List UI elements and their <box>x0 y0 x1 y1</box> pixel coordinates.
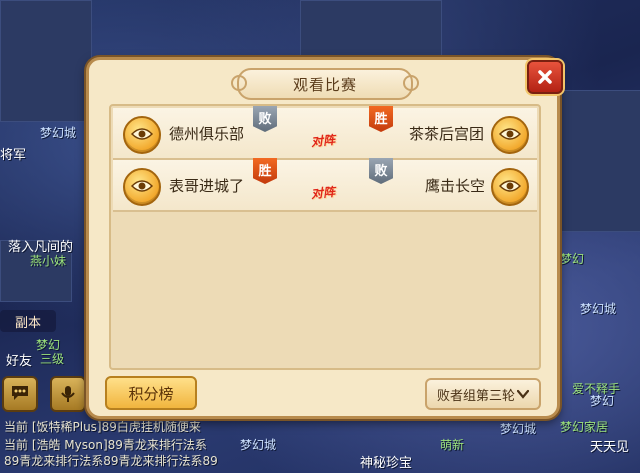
npc-label: 梦幻城 <box>240 438 277 452</box>
npc-label: 梦幻城 <box>40 126 77 140</box>
ornament-icon <box>403 75 419 91</box>
watch-right-button[interactable] <box>491 116 529 154</box>
left-team-name: 德州俱乐部 <box>169 125 245 143</box>
watch-left-button[interactable] <box>123 168 161 206</box>
npc-label: 萌新 <box>440 438 465 452</box>
chat-bubble-icon <box>12 386 28 400</box>
chat-line: 当前 [浩皓 Myson]89青龙来排行法系 <box>4 438 207 452</box>
left-team-name: 表哥进城了 <box>169 177 245 195</box>
right-team-name: 鹰击长空 <box>425 177 486 195</box>
npc-label: 三级 <box>40 352 65 366</box>
watch-match-dialog: 观看比赛 德州俱乐部 败 对阵 胜 茶茶后宫团 表哥进城了 胜 对阵 败 鹰击长… <box>86 57 563 419</box>
chat-line: 当前 [饭特稀Plus]89白虎挂机随便来 <box>4 420 201 434</box>
close-button[interactable] <box>527 60 563 94</box>
vs-label: 对阵 <box>310 132 336 150</box>
voice-button[interactable] <box>50 376 86 412</box>
ornament-icon <box>231 75 247 91</box>
building <box>560 90 640 232</box>
microphone-icon <box>61 386 75 402</box>
npc-label: 梦幻 <box>560 252 585 266</box>
npc-label: 梦幻家居 <box>560 420 609 434</box>
npc-label: 梦幻 <box>590 394 615 408</box>
npc-label: 梦幻城 <box>580 302 617 316</box>
dungeon-button[interactable]: 副本 <box>0 310 56 332</box>
eye-icon <box>131 180 153 192</box>
right-team-name: 茶茶后宫团 <box>409 125 485 143</box>
chevron-down-icon <box>517 389 529 399</box>
match-row: 表哥进城了 胜 对阵 败 鹰击长空 <box>113 158 537 212</box>
match-row: 德州俱乐部 败 对阵 胜 茶茶后宫团 <box>113 106 537 160</box>
building <box>300 0 442 57</box>
chat-button[interactable] <box>2 376 38 412</box>
dialog-title-plate: 观看比赛 <box>231 68 419 100</box>
left-result-badge: 胜 <box>253 158 277 184</box>
eye-icon <box>499 128 521 140</box>
round-select[interactable]: 败者组第三轮 <box>425 378 541 410</box>
left-result-badge: 败 <box>253 106 277 132</box>
eye-icon <box>131 128 153 140</box>
npc-label: 天天见 <box>590 440 630 455</box>
watch-right-button[interactable] <box>491 168 529 206</box>
dialog-title: 观看比赛 <box>292 75 357 94</box>
eye-icon <box>499 180 521 192</box>
npc-label: 梦幻城 <box>500 422 537 436</box>
watch-left-button[interactable] <box>123 116 161 154</box>
npc-label: 神秘珍宝 <box>360 456 413 471</box>
npc-label: 好友 <box>6 354 33 369</box>
vs-label: 对阵 <box>310 184 336 202</box>
chat-line: 89青龙来排行法系89青龙来排行法系89 <box>4 454 218 468</box>
close-icon <box>538 70 552 84</box>
right-result-badge: 败 <box>369 158 393 184</box>
npc-label: 燕小妹 <box>30 254 67 268</box>
round-select-value: 败者组第三轮 <box>436 388 515 404</box>
leaderboard-button[interactable]: 积分榜 <box>105 376 197 410</box>
building <box>0 0 92 122</box>
npc-label: 将军 <box>0 148 27 163</box>
match-list: 德州俱乐部 败 对阵 胜 茶茶后宫团 表哥进城了 胜 对阵 败 鹰击长空 <box>109 104 541 370</box>
right-result-badge: 胜 <box>369 106 393 132</box>
